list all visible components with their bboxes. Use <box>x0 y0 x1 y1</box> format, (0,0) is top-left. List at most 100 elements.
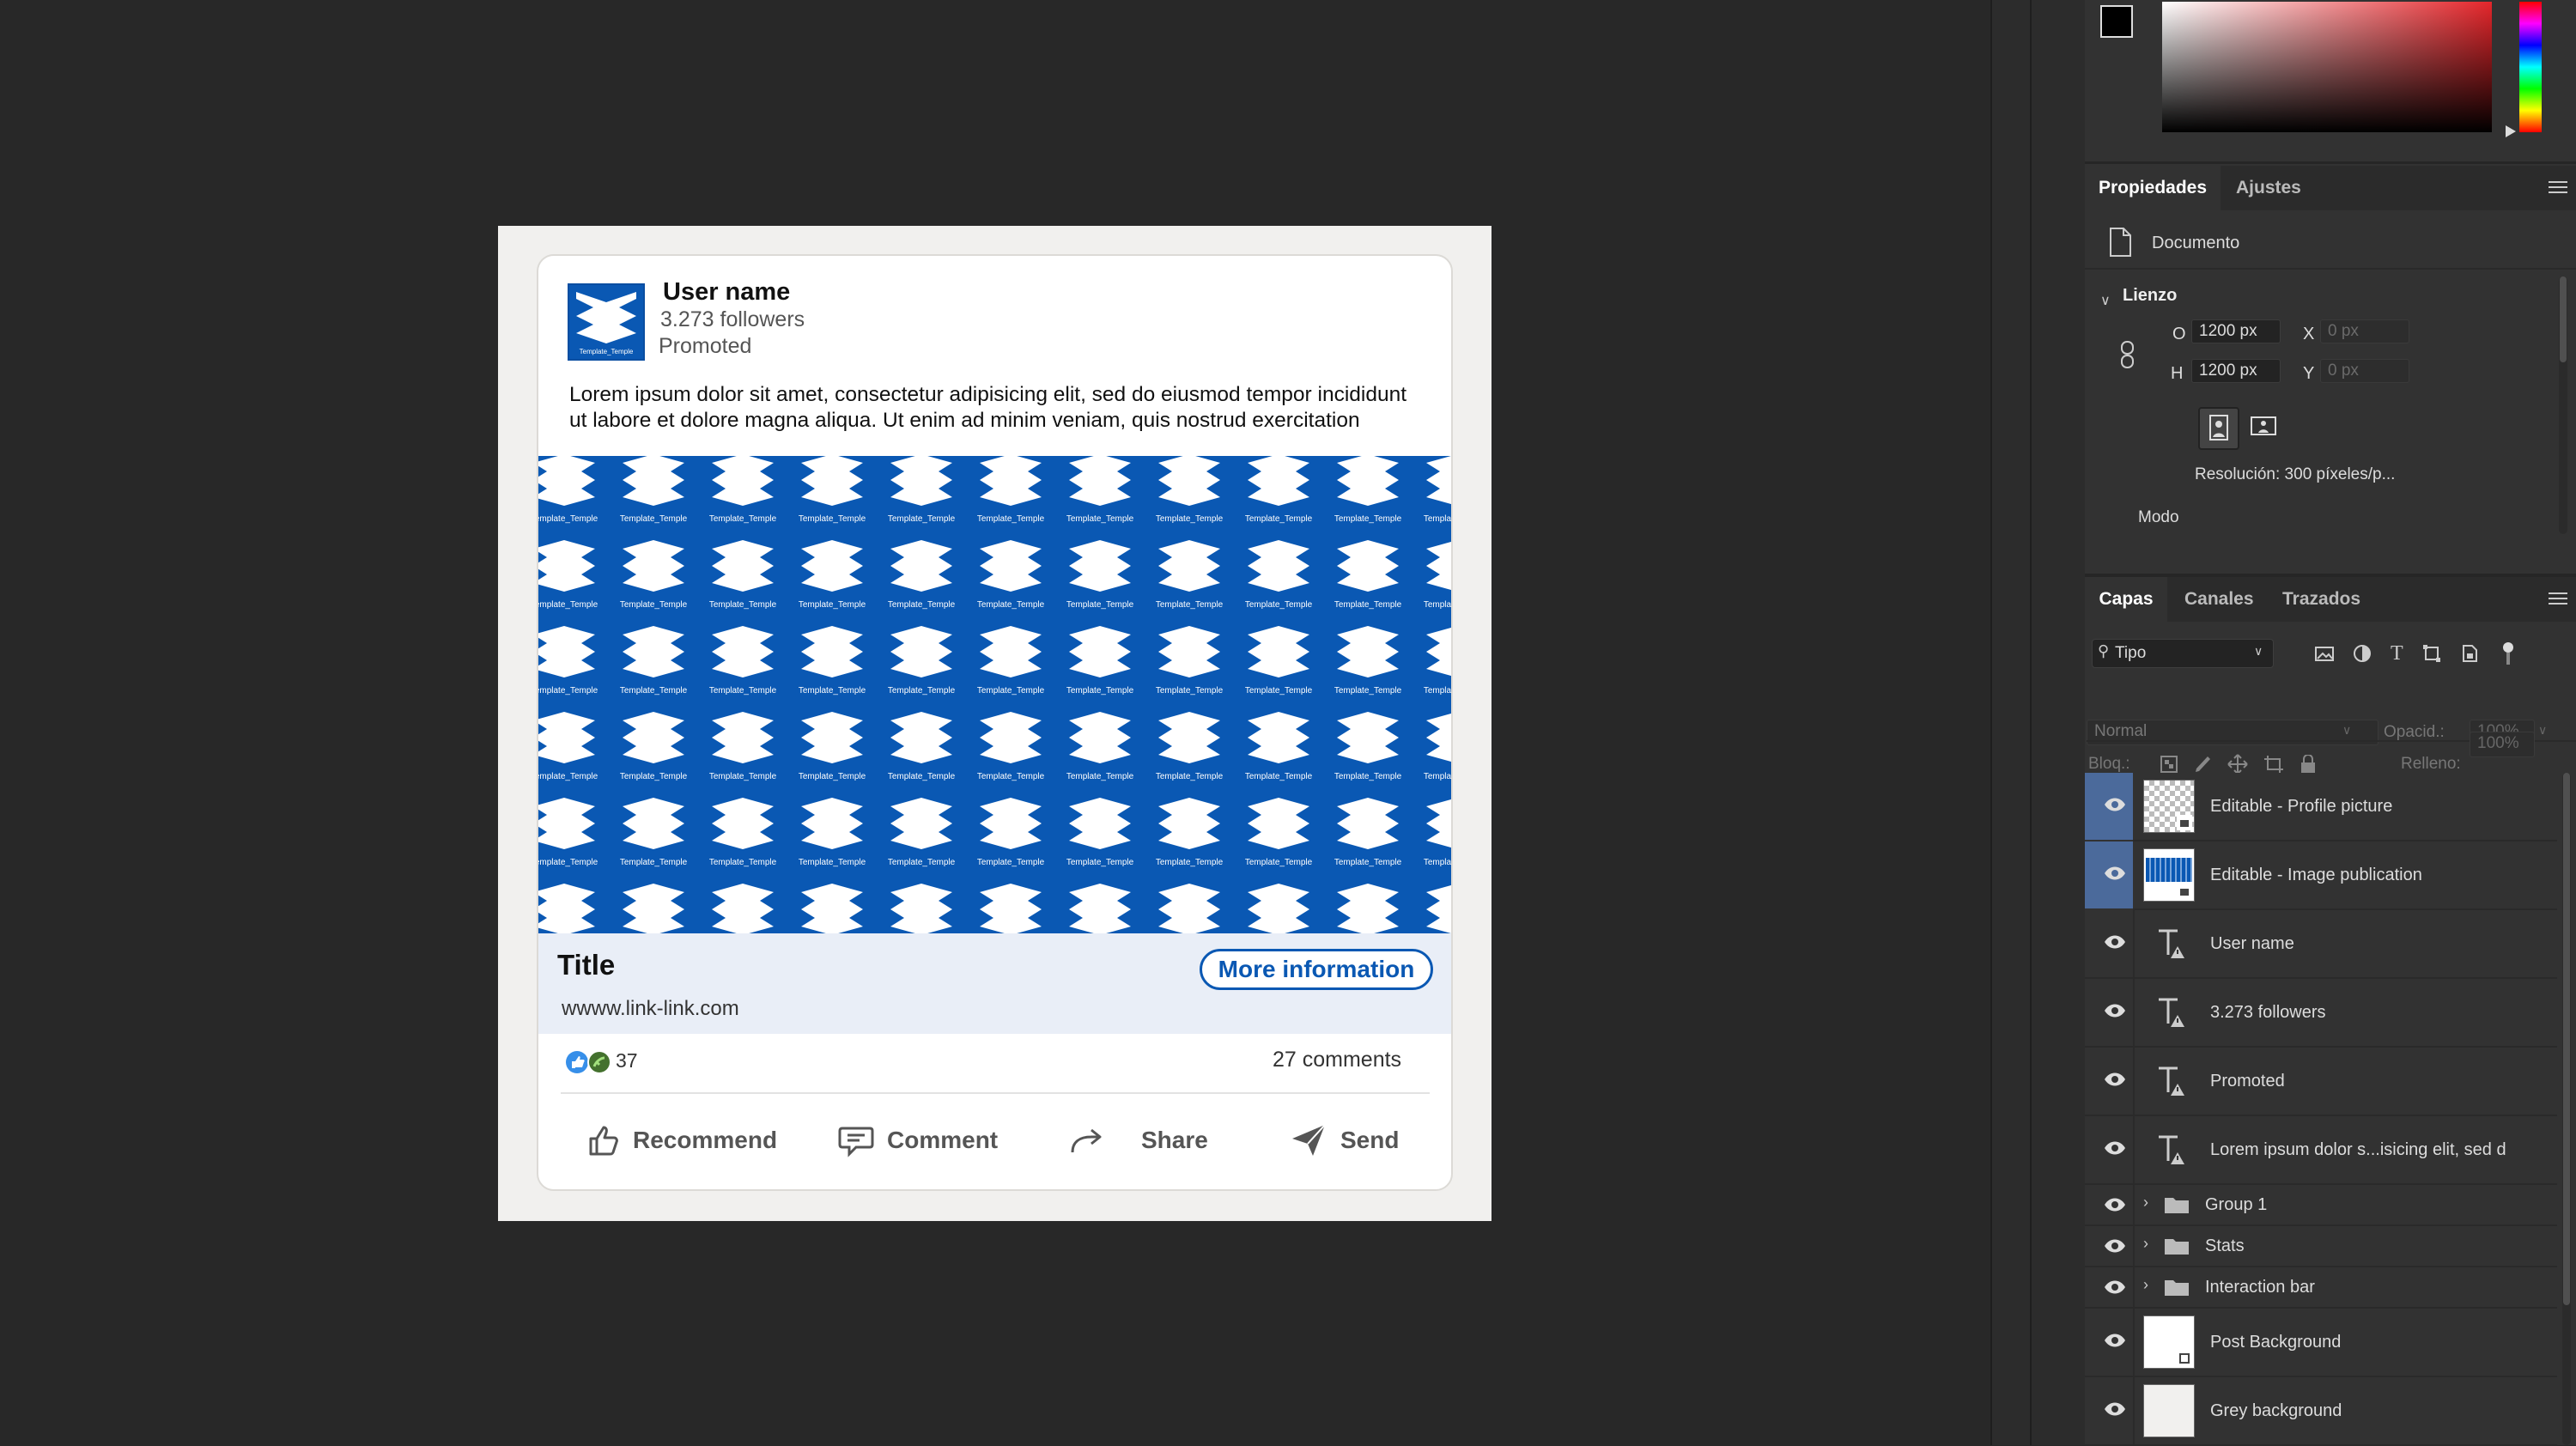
lock-pixels-icon[interactable] <box>2193 755 2212 774</box>
portrait-orientation-icon[interactable] <box>2198 407 2239 450</box>
eye-icon[interactable] <box>2104 1238 2126 1254</box>
link-chain-icon[interactable] <box>2119 340 2136 369</box>
comments-count[interactable]: 27 comments <box>1273 1048 1401 1072</box>
color-field[interactable] <box>2162 2 2492 132</box>
artboard[interactable]: Template_Temple User name 3.273 follower… <box>498 226 1492 1221</box>
lock-all-icon[interactable] <box>2300 755 2317 774</box>
layer-name[interactable]: Promoted <box>2210 1072 2285 1091</box>
tab-capas[interactable]: Capas <box>2085 577 2167 622</box>
layer-name[interactable]: Stats <box>2205 1236 2245 1256</box>
eye-icon[interactable] <box>2104 1140 2126 1156</box>
properties-tabbar: Propiedades Ajustes <box>2085 166 2576 210</box>
smart-object-badge-icon <box>2177 815 2192 830</box>
type-filter-icon[interactable]: T <box>2391 642 2403 665</box>
layers-scrollbar[interactable] <box>2562 773 2571 1445</box>
layer-row[interactable]: Promoted <box>2085 1048 2557 1116</box>
lock-position-icon[interactable] <box>2227 754 2248 775</box>
tab-ajustes[interactable]: Ajustes <box>2236 166 2301 210</box>
layer-name[interactable]: 3.273 followers <box>2210 1003 2326 1023</box>
eye-icon[interactable] <box>2104 1003 2126 1018</box>
share-icon <box>1071 1128 1102 1153</box>
fill-field[interactable]: 100% <box>2470 732 2535 757</box>
layer-name[interactable]: Interaction bar <box>2205 1278 2315 1297</box>
eye-icon[interactable] <box>2104 934 2126 950</box>
layer-name[interactable]: Editable - Profile picture <box>2210 797 2392 817</box>
smart-object-filter-icon[interactable] <box>2460 644 2479 663</box>
layer-row[interactable]: 3.273 followers <box>2085 979 2557 1048</box>
layer-row[interactable]: Editable - Image publication <box>2085 841 2557 910</box>
layer-row[interactable]: Editable - Profile picture <box>2085 773 2557 841</box>
layer-filter-value: Tipo <box>2115 644 2147 662</box>
chevron-right-icon[interactable]: › <box>2143 1194 2148 1212</box>
width-field[interactable]: 1200 px <box>2191 319 2281 343</box>
eye-icon[interactable] <box>2104 1197 2126 1212</box>
share-button[interactable]: Share <box>1067 1115 1208 1166</box>
layer-row[interactable]: Grey background <box>2085 1377 2557 1446</box>
foreground-color-swatch[interactable] <box>2100 5 2133 38</box>
layer-filter-icons: T <box>2315 641 2573 666</box>
reactions-count[interactable]: 37 <box>616 1049 638 1072</box>
canvas-section-title[interactable]: Lienzo <box>2123 286 2177 306</box>
properties-menu-icon[interactable] <box>2549 181 2567 193</box>
post-followers: 3.273 followers <box>660 307 805 331</box>
hue-slider[interactable] <box>2519 2 2542 132</box>
layer-thumbnail <box>2143 848 2195 902</box>
eye-icon[interactable] <box>2104 1401 2126 1417</box>
eye-icon[interactable] <box>2104 1072 2126 1087</box>
y-field[interactable]: 0 px <box>2320 359 2409 383</box>
link-bar[interactable]: Title wwww.link-link.com More informatio… <box>538 933 1451 1034</box>
layer-name[interactable]: User name <box>2210 934 2294 954</box>
y-label: Y <box>2303 364 2315 383</box>
tab-canales[interactable]: Canales <box>2184 577 2254 622</box>
more-information-button[interactable]: More information <box>1200 949 1433 990</box>
color-panel <box>2085 0 2576 164</box>
layer-filter-select[interactable]: ⚲ Tipo ∨ <box>2092 639 2274 668</box>
eye-icon[interactable] <box>2104 797 2126 812</box>
x-label: X <box>2303 325 2315 343</box>
image-filter-icon[interactable] <box>2315 645 2334 662</box>
layer-thumbnail <box>2143 1384 2195 1437</box>
layer-name[interactable]: Group 1 <box>2205 1195 2267 1215</box>
eye-icon[interactable] <box>2104 1279 2126 1295</box>
shape-badge-icon <box>2177 1351 2192 1366</box>
layer-row[interactable]: Post Background <box>2085 1309 2557 1377</box>
link-url[interactable]: wwww.link-link.com <box>562 997 739 1021</box>
shape-filter-icon[interactable] <box>2422 644 2441 663</box>
x-field[interactable]: 0 px <box>2320 319 2409 343</box>
canvas-area[interactable]: Template_Temple User name 3.273 follower… <box>0 0 1990 1445</box>
layer-name[interactable]: Lorem ipsum dolor s...isicing elit, sed … <box>2210 1140 2506 1160</box>
layer-row[interactable]: › Group 1 <box>2085 1185 2557 1226</box>
height-field[interactable]: 1200 px <box>2191 359 2281 383</box>
properties-scrollbar[interactable] <box>2559 276 2567 534</box>
layer-row[interactable]: › Interaction bar <box>2085 1267 2557 1309</box>
layers-menu-icon[interactable] <box>2549 592 2567 605</box>
layer-name[interactable]: Grey background <box>2210 1401 2342 1421</box>
text-layer-icon <box>2159 929 2184 958</box>
comment-button[interactable]: Comment <box>837 1115 998 1166</box>
eye-icon[interactable] <box>2104 866 2126 881</box>
text-layer-icon <box>2159 1066 2184 1096</box>
comment-icon <box>838 1127 874 1157</box>
hue-slider-handle[interactable] <box>2506 125 2516 137</box>
layer-row[interactable]: Lorem ipsum dolor s...isicing elit, sed … <box>2085 1116 2557 1185</box>
filter-toggle-icon[interactable] <box>2498 641 2518 666</box>
chevron-right-icon[interactable]: › <box>2143 1276 2148 1294</box>
layer-row[interactable]: › Stats <box>2085 1226 2557 1267</box>
eye-icon[interactable] <box>2104 1333 2126 1348</box>
recommend-button[interactable]: Recommend <box>586 1115 777 1166</box>
document-icon <box>2107 227 2133 258</box>
layer-name[interactable]: Post Background <box>2210 1333 2341 1352</box>
chevron-down-icon[interactable]: ∨ <box>2100 292 2111 309</box>
lock-artboard-icon[interactable] <box>2263 755 2284 774</box>
layer-row[interactable]: User name <box>2085 910 2557 979</box>
tab-propiedades[interactable]: Propiedades <box>2085 166 2221 210</box>
lock-transparent-icon[interactable] <box>2160 756 2178 773</box>
chevron-right-icon[interactable]: › <box>2143 1235 2148 1253</box>
text-layer-icon <box>2159 1135 2184 1164</box>
gutter-divider <box>2030 0 2032 1445</box>
tab-trazados[interactable]: Trazados <box>2282 577 2360 622</box>
send-button[interactable]: Send <box>1291 1115 1399 1166</box>
layer-name[interactable]: Editable - Image publication <box>2210 866 2422 885</box>
adjustment-filter-icon[interactable] <box>2353 644 2372 663</box>
landscape-orientation-icon[interactable] <box>2245 407 2282 447</box>
